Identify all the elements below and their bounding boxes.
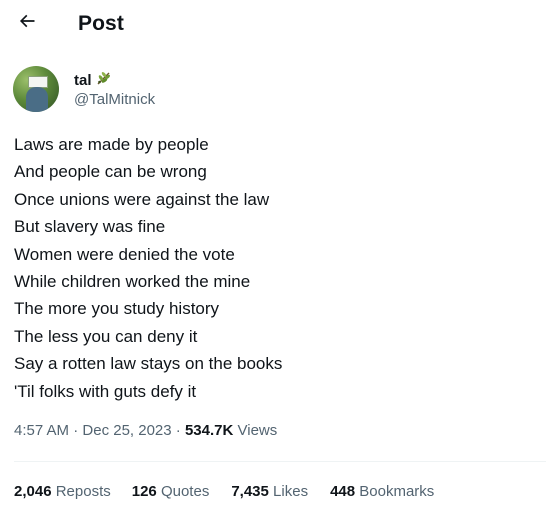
tweet-line: Once unions were against the law xyxy=(14,189,270,209)
display-name: tal xyxy=(74,71,92,89)
likes-stat[interactable]: 7,435 Likes xyxy=(231,483,308,500)
divider xyxy=(14,461,546,462)
likes-count: 7,435 xyxy=(231,483,269,500)
reposts-label: Reposts xyxy=(55,483,111,500)
tweet-line: While children worked the mine xyxy=(14,272,251,292)
back-arrow-icon xyxy=(17,11,37,36)
tweet-line: The more you study history xyxy=(14,299,220,319)
tweet-text: Laws are made by people And people can b… xyxy=(14,131,534,405)
quotes-label: Quotes xyxy=(160,483,210,500)
avatar[interactable] xyxy=(13,66,59,112)
reposts-count: 2,046 xyxy=(14,483,52,500)
tweet-line: Say a rotten law stays on the books xyxy=(14,354,283,374)
post-date: Dec 25, 2023 xyxy=(82,422,172,439)
tweet-line: Women were denied the vote xyxy=(14,244,235,264)
tweet-line: 'Til folks with guts defy it xyxy=(14,381,197,401)
tweet-line: The less you can deny it xyxy=(14,326,198,346)
page-header: Post xyxy=(0,0,546,48)
tweet-line: Laws are made by people xyxy=(14,135,209,154)
page-title: Post xyxy=(78,12,124,35)
back-button[interactable] xyxy=(10,6,44,40)
handle[interactable]: @TalMitnick xyxy=(74,91,155,108)
tweet-line: But slavery was fine xyxy=(14,217,166,237)
engagement-stats: 2,046 Reposts 126 Quotes 7,435 Likes 448… xyxy=(14,483,434,500)
bookmarks-stat[interactable]: 448 Bookmarks xyxy=(330,483,434,500)
bookmarks-label: Bookmarks xyxy=(359,483,435,500)
author-block: tal @TalMitnick xyxy=(13,66,513,116)
likes-label: Likes xyxy=(273,483,309,500)
views-label: Views xyxy=(237,422,278,439)
quotes-count: 126 xyxy=(131,483,157,500)
author-name-link[interactable]: tal xyxy=(74,69,113,91)
tweet-meta: 4:57 AM · Dec 25, 2023 · 534.7K Views xyxy=(14,422,278,439)
post-time: 4:57 AM xyxy=(14,422,70,439)
tweet-line: And people can be wrong xyxy=(14,162,207,182)
bookmarks-count: 448 xyxy=(330,483,356,500)
reposts-stat[interactable]: 2,046 Reposts xyxy=(14,483,111,500)
quotes-stat[interactable]: 126 Quotes xyxy=(132,483,210,500)
olive-branch-icon xyxy=(95,69,113,91)
timestamp-link[interactable]: 4:57 AM · Dec 25, 2023 xyxy=(14,422,172,439)
views-count: 534.7K xyxy=(184,422,234,439)
